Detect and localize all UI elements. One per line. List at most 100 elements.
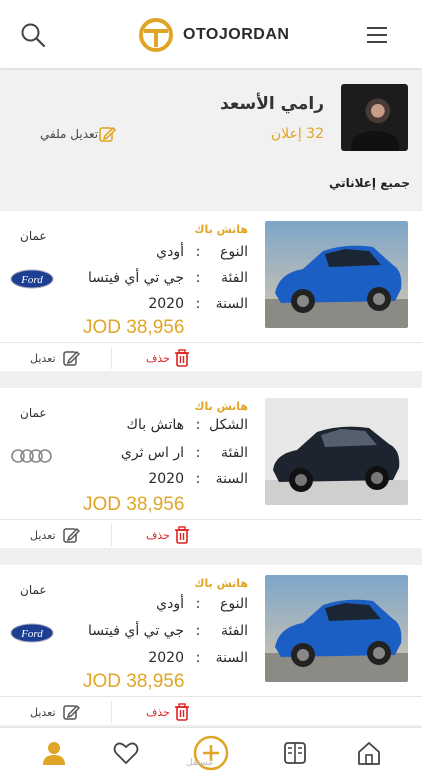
spec-label: النوع (220, 596, 248, 612)
spec-row: النوع : أودي (156, 596, 248, 612)
profile-icon[interactable] (41, 740, 67, 766)
edit-listing-button[interactable]: تعديل (30, 349, 80, 367)
delete-label: حذف (146, 528, 170, 542)
listing-price: JOD 38,956 (83, 671, 185, 692)
spec-separator: : (195, 623, 201, 639)
spec-separator: : (195, 471, 201, 487)
spec-row: السنة : 2020 (148, 296, 248, 312)
ads-count: 32 إعلان (270, 126, 324, 142)
spec-value: 2020 (148, 471, 184, 487)
spec-value: 2020 (148, 650, 184, 666)
spec-label: السنة (215, 296, 248, 312)
spec-row: الفئة : جي تي أي فيتسا (88, 623, 248, 639)
listing-price: JOD 38,956 (83, 317, 185, 338)
app-logo[interactable]: OTOJORDAN (138, 17, 289, 53)
spec-row: النوع : أودي (156, 244, 248, 260)
watermark: مستقل (186, 758, 213, 768)
spec-row: الفئة : جي تي أي فيتسا (88, 270, 248, 286)
spec-value: أودي (156, 596, 184, 612)
spec-separator: : (195, 596, 201, 612)
spec-row: السنة : 2020 (148, 471, 248, 487)
spec-separator: : (195, 417, 201, 433)
spec-label: السنة (215, 471, 248, 487)
ford-logo-icon: Ford (10, 623, 54, 643)
divider (111, 347, 112, 369)
listing-city: عمان (20, 229, 47, 243)
edit-label: تعديل (30, 705, 56, 719)
edit-icon (62, 350, 80, 366)
top-header: OTOJORDAN (0, 0, 422, 69)
avatar (341, 84, 408, 151)
edit-profile-label: تعديل ملفي (40, 127, 99, 141)
listing-card[interactable]: هاتش باك النوع : أودي الفئة : جي تي أي ف… (0, 211, 422, 371)
home-icon[interactable] (356, 740, 382, 766)
delete-listing-button[interactable]: حذف (146, 703, 190, 721)
car-photo (265, 221, 408, 328)
listing-price: JOD 38,956 (83, 494, 185, 515)
spec-label: النوع (220, 244, 248, 260)
spec-separator: : (195, 244, 201, 260)
audi-logo-icon (11, 449, 52, 463)
delete-label: حذف (146, 705, 170, 719)
search-icon[interactable] (20, 22, 46, 48)
ford-logo-icon: Ford (10, 269, 54, 289)
car-photo (265, 575, 408, 682)
spec-value: أودي (156, 244, 184, 260)
heart-icon[interactable] (113, 740, 139, 766)
listing-category: هاتش باك (194, 577, 248, 590)
edit-profile-button[interactable]: تعديل ملفي (40, 125, 126, 143)
catalog-icon[interactable] (282, 740, 308, 766)
spec-row: الشكل : هاتش باك (126, 417, 248, 433)
spec-separator: : (195, 270, 201, 286)
listing-category: هاتش باك (194, 223, 248, 236)
profile-name: رامي الأسعد (220, 94, 324, 114)
edit-icon (99, 126, 117, 142)
spec-row: الفئة : ار اس ثري (121, 445, 248, 461)
spec-value: ار اس ثري (120, 445, 184, 461)
edit-label: تعديل (30, 528, 56, 542)
edit-icon (62, 704, 80, 720)
hamburger-menu-icon[interactable] (366, 25, 388, 45)
listing-city: عمان (20, 583, 47, 597)
section-title: جميع إعلاناتي (328, 176, 410, 190)
trash-icon (174, 703, 189, 721)
listing-actions: تعديل حذف (0, 696, 422, 725)
spec-value: 2020 (148, 296, 184, 312)
spec-separator: : (195, 650, 201, 666)
listing-card[interactable]: هاتش باك الشكل : هاتش باك الفئة : ار اس … (0, 388, 422, 548)
spec-label: الفئة (221, 270, 248, 286)
divider (111, 701, 112, 723)
spec-label: الفئة (221, 623, 248, 639)
listing-card[interactable]: هاتش باك النوع : أودي الفئة : جي تي أي ف… (0, 565, 422, 725)
listing-category: هاتش باك (194, 400, 248, 413)
car-photo (265, 398, 408, 505)
trash-icon (174, 526, 189, 544)
edit-listing-button[interactable]: تعديل (30, 526, 80, 544)
listing-actions: تعديل حذف (0, 342, 422, 371)
spec-row: السنة : 2020 (148, 650, 248, 666)
delete-label: حذف (146, 351, 170, 365)
brand-name: OTOJORDAN (183, 26, 290, 43)
delete-listing-button[interactable]: حذف (146, 349, 190, 367)
spec-value: جي تي أي فيتسا (88, 623, 184, 639)
listing-city: عمان (20, 406, 47, 420)
bottom-nav (0, 727, 422, 779)
spec-label: الفئة (221, 445, 248, 461)
spec-value: هاتش باك (126, 417, 184, 433)
delete-listing-button[interactable]: حذف (146, 526, 190, 544)
edit-label: تعديل (30, 351, 56, 365)
edit-listing-button[interactable]: تعديل (30, 703, 80, 721)
listing-actions: تعديل حذف (0, 519, 422, 548)
svg-text:Ford: Ford (20, 628, 43, 640)
edit-icon (62, 527, 80, 543)
profile-section: رامي الأسعد 32 إعلان تعديل ملفي جميع إعل… (0, 70, 422, 210)
spec-label: السنة (215, 650, 248, 666)
svg-text:Ford: Ford (20, 274, 43, 286)
spec-value: جي تي أي فيتسا (88, 270, 184, 286)
divider (111, 524, 112, 546)
trash-icon (174, 349, 189, 367)
spec-separator: : (195, 296, 201, 312)
steering-wheel-logo-icon (139, 18, 173, 52)
spec-separator: : (195, 445, 201, 461)
spec-label: الشكل (209, 417, 248, 433)
